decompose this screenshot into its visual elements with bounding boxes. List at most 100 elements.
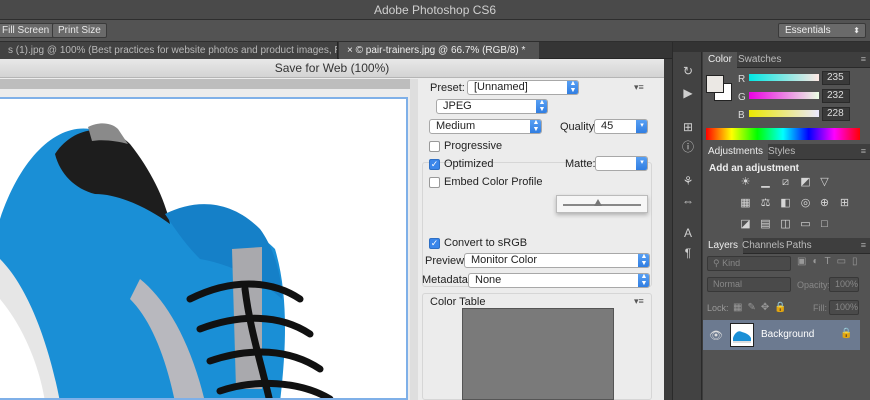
tab-swatches[interactable]: Swatches (733, 52, 786, 68)
color-spectrum-bar[interactable] (706, 128, 860, 140)
format-select[interactable]: JPEG ▲ ▼ (436, 99, 548, 114)
matte-label: Matte: (565, 158, 596, 170)
red-value-field[interactable]: 235 (822, 71, 850, 85)
lock-icons[interactable]: ▦✎✥🔒 (733, 302, 792, 313)
green-channel-label: G (738, 92, 746, 103)
optimized-checkbox[interactable]: ✓ (429, 159, 440, 170)
sneaker-thumbnail-icon (733, 331, 751, 343)
character-icon[interactable]: A (681, 226, 695, 240)
quality-preset-select[interactable]: Medium ▲ ▼ (429, 119, 542, 134)
blue-value-field[interactable]: 228 (822, 107, 850, 121)
quality-preset-value: Medium (436, 120, 476, 132)
color-lookup-icon[interactable]: ⊞ (838, 197, 851, 210)
options-bar: Fill Screen Print Size Essentials ⬍ (0, 20, 870, 42)
layer-filter-icons[interactable]: ▣◐T▭▯ (797, 256, 864, 267)
layer-row[interactable]: 👁 Background 🔒 (703, 320, 860, 350)
color-balance-icon[interactable]: ⚖ (759, 197, 772, 210)
brush-icon[interactable]: ⚘ (681, 174, 695, 188)
layer-comps-icon[interactable]: ⊞ (681, 120, 695, 134)
stepper-icon: ▲ ▼ (638, 254, 649, 267)
tab-styles[interactable]: Styles (763, 144, 800, 160)
color-table-area (462, 308, 614, 400)
black-white-icon[interactable]: ◧ (779, 197, 792, 210)
panel-menu-icon[interactable]: ≡ (861, 54, 866, 64)
curves-icon[interactable]: ⧄ (779, 176, 792, 189)
workspace-select[interactable]: Essentials ⬍ (778, 23, 866, 38)
dropdown-icon: ▾ (636, 157, 647, 170)
paragraph-icon[interactable]: ¶ (681, 246, 695, 260)
visibility-eye-icon[interactable]: 👁 (709, 329, 723, 342)
exposure-icon[interactable]: ◩ (799, 176, 812, 189)
play-icon[interactable]: ▶ (681, 86, 695, 100)
posterize-icon[interactable]: ▤ (759, 218, 772, 231)
green-slider[interactable] (749, 92, 819, 99)
green-value-field[interactable]: 232 (822, 89, 850, 103)
preset-menu-icon[interactable]: ▾≡ (634, 82, 644, 93)
panel-menu-icon[interactable]: ≡ (861, 146, 866, 156)
levels-icon[interactable]: ▁ (759, 176, 772, 189)
blue-slider[interactable] (749, 110, 819, 117)
preset-select[interactable]: [Unnamed] ▲ ▼ (467, 80, 579, 95)
optimized-label: Optimized (444, 158, 494, 170)
panel-menu-icon[interactable]: ≡ (861, 240, 866, 250)
layer-filter-select[interactable]: ⚲ Kind (707, 256, 791, 271)
gradient-map-icon[interactable]: ▭ (799, 218, 812, 231)
metadata-label: Metadata: (422, 274, 471, 286)
red-slider[interactable] (749, 74, 819, 81)
threshold-icon[interactable]: ◫ (779, 218, 792, 231)
panels-dock: Color Swatches ≡ R 235 G 232 B 228 Adjus… (703, 42, 870, 400)
print-size-button[interactable]: Print Size (52, 23, 107, 38)
strip-header (673, 42, 703, 52)
history-icon[interactable]: ↻ (681, 64, 695, 78)
layer-name: Background (761, 329, 815, 340)
convert-srgb-checkbox[interactable]: ✓ (429, 238, 440, 249)
image-preview[interactable] (0, 97, 408, 400)
metadata-value: None (475, 274, 502, 286)
foreground-color-swatch[interactable] (706, 75, 724, 93)
vibrance-icon[interactable]: ▽ (818, 176, 831, 189)
fill-screen-button[interactable]: Fill Screen (0, 23, 56, 38)
quality-slider-popup[interactable] (556, 195, 648, 213)
quality-input[interactable]: 45 ▾ (594, 119, 648, 134)
quality-slider-thumb[interactable] (594, 199, 603, 206)
info-icon[interactable]: ⓘ (681, 140, 695, 154)
channel-mixer-icon[interactable]: ⊕ (818, 197, 831, 210)
photo-filter-icon[interactable]: ◎ (799, 197, 812, 210)
blend-mode-select[interactable]: Normal (707, 277, 791, 292)
document-tab-1[interactable]: s (1).jpg @ 100% (Best practices for web… (0, 42, 338, 59)
embed-profile-label: Embed Color Profile (444, 176, 543, 188)
color-table-menu-icon[interactable]: ▾≡ (634, 296, 644, 307)
tool-presets-icon[interactable]: ⇔ (681, 194, 695, 208)
blue-channel-label: B (738, 110, 745, 121)
adjustments-heading: Add an adjustment (709, 163, 800, 174)
layer-filter-value: Kind (722, 258, 741, 268)
opacity-field[interactable]: 100% (829, 277, 859, 292)
invert-icon[interactable]: ◪ (739, 218, 752, 231)
metadata-select[interactable]: None ▲ ▼ (468, 273, 650, 288)
tab-adjustments[interactable]: Adjustments (703, 144, 769, 160)
matte-select[interactable]: ▾ (595, 156, 648, 171)
dropdown-icon: ▾ (636, 120, 647, 133)
adjustments-panel-tabs: Adjustments Styles ≡ (703, 144, 870, 160)
fill-field[interactable]: 100% (829, 300, 859, 315)
brightness-icon[interactable]: ☀ (739, 176, 752, 189)
blend-mode-value: Normal (713, 279, 743, 289)
color-table-label: Color Table (430, 296, 486, 308)
tab-paths[interactable]: Paths (781, 238, 817, 254)
progressive-checkbox[interactable] (429, 141, 440, 152)
preset-value: [Unnamed] (474, 81, 528, 93)
panel-icon-strip: ↻ ▶ ⊞ ⓘ ⚘ ⇔ A ¶ (672, 42, 703, 400)
embed-profile-checkbox[interactable] (429, 177, 440, 188)
stepper-icon: ▲ ▼ (530, 120, 541, 133)
tab-color[interactable]: Color (703, 52, 737, 68)
dialog-title: Save for Web (100%) (0, 59, 664, 78)
format-value: JPEG (443, 100, 472, 112)
convert-srgb-label: Convert to sRGB (444, 237, 528, 249)
workspace-value: Essentials (785, 25, 831, 36)
preview-select[interactable]: Monitor Color ▲ ▼ (464, 253, 650, 268)
app-title: Adobe Photoshop CS6 (373, 3, 497, 17)
selective-color-icon[interactable]: □ (818, 218, 831, 231)
close-icon[interactable]: × (347, 45, 353, 56)
document-tab-2[interactable]: × © pair-trainers.jpg @ 66.7% (RGB/8) * (339, 42, 539, 59)
hue-saturation-icon[interactable]: ▦ (739, 197, 752, 210)
